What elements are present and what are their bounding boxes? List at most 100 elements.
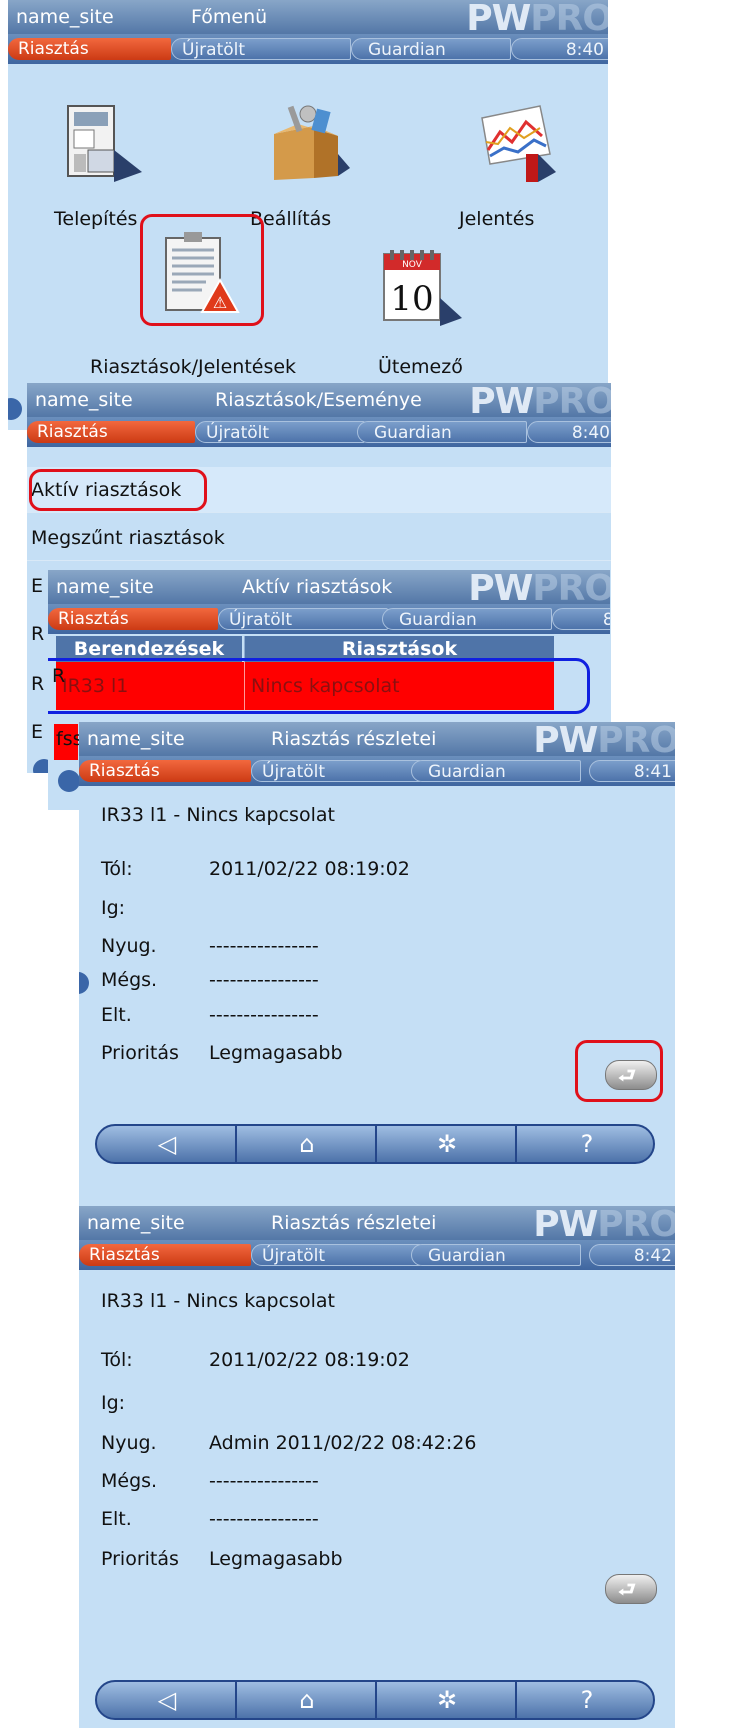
field-value: 2011/02/22 08:19:02 [209,858,410,880]
tab-guardian[interactable]: Guardian [382,608,552,630]
menu-label-scheduler[interactable]: Ütemező [378,356,463,378]
site-name: name_site [35,389,133,411]
tab-alarm[interactable]: Riasztás [79,760,251,782]
title-bar: name_site Riasztás részletei PWPRO [79,1206,675,1245]
nav-stub-icon [58,770,80,792]
clock: 8:40 [511,38,608,60]
alarm-heading: IR33 l1 - Nincs kapcsolat [101,1290,335,1312]
help-icon[interactable]: ? [517,1682,657,1718]
site-name: name_site [16,6,114,28]
tab-reload[interactable]: Újratölt [171,38,351,60]
tab-bar: Riasztás Újratölt Guardian 8:41 [48,604,610,634]
home-icon[interactable]: ⌂ [237,1682,377,1718]
svg-text:10: 10 [390,279,433,319]
report-chart-icon[interactable] [468,98,558,188]
list-item-stub: E [31,721,44,743]
page-title: Aktív riasztások [242,576,393,598]
field-value: Admin 2011/02/22 08:42:26 [209,1432,477,1454]
highlight-return-button [575,1040,663,1102]
install-icon[interactable] [58,100,148,190]
list-item-stub: R [31,673,45,695]
clock: 8:42 [589,1244,675,1266]
calendar-icon[interactable]: NOV 10 [376,248,466,338]
bottom-nav-bar: ◁ ⌂ ✲ ? [95,1680,655,1720]
home-icon[interactable]: ⌂ [237,1126,377,1162]
field-label: Tól: [101,858,133,880]
back-icon[interactable]: ◁ [97,1126,237,1162]
field-label: Nyug. [101,935,157,957]
tab-guardian[interactable]: Guardian [411,1244,581,1266]
field-label: Elt. [101,1004,132,1026]
list-item-stub: R [31,623,45,645]
tab-guardian[interactable]: Guardian [351,38,511,60]
highlight-alarm-row [48,658,590,714]
page-title: Főmenü [191,6,268,28]
field-value: Legmagasabb [209,1042,343,1064]
field-value: ---------------- [209,969,319,991]
list-item-ended-alarms[interactable]: Megszűnt riasztások [27,515,611,561]
settings-box-icon[interactable] [262,96,352,186]
tab-reload[interactable]: Újratölt [251,760,421,782]
field-value: ---------------- [209,935,319,957]
field-label: Nyug. [101,1432,157,1454]
clock: 8:41 [589,760,675,782]
menu-label-report[interactable]: Jelentés [459,208,534,230]
field-value: 2011/02/22 08:19:02 [209,1349,410,1371]
highlight-alarm-report [140,214,264,326]
menu-label-install[interactable]: Telepítés [54,208,137,230]
return-button[interactable]: ⮐ [605,1574,657,1604]
tab-alarm[interactable]: Riasztás [48,608,218,630]
field-label: Prioritás [101,1548,179,1570]
tab-guardian[interactable]: Guardian [357,421,527,443]
svg-text:NOV: NOV [402,260,423,270]
page-title: Riasztás részletei [271,1212,437,1234]
field-label: Elt. [101,1508,132,1530]
clock: 8:41 [552,608,610,630]
tab-bar: Riasztás Újratölt Guardian 8:40 [27,417,611,447]
tab-alarm[interactable]: Riasztás [27,421,195,443]
tools-icon[interactable]: ✲ [377,1682,517,1718]
site-name: name_site [56,576,154,598]
page-title: Riasztás részletei [271,728,437,750]
tab-bar: Riasztás Újratölt Guardian 8:42 [79,1240,675,1270]
site-name: name_site [87,1212,185,1234]
tab-reload[interactable]: Újratölt [195,421,365,443]
clock: 8:40 [527,421,611,443]
tab-bar: Riasztás Újratölt Guardian 8:40 [8,34,608,64]
tab-alarm[interactable]: Riasztás [79,1244,251,1266]
alarm-details-acknowledged-window: name_site Riasztás részletei PWPRO Riasz… [79,1206,675,1728]
return-icon: ⮐ [618,1577,636,1601]
field-label: Mégs. [101,969,158,991]
field-label: Ig: [101,1392,126,1414]
nav-stub-icon [79,972,89,994]
tab-bar: Riasztás Újratölt Guardian 8:41 [79,756,675,786]
list-item-stub: E [31,575,44,597]
page-title: Riasztások/Eseménye [215,389,422,411]
help-icon[interactable]: ? [517,1126,657,1162]
title-bar: name_site Riasztások/Eseménye PWPRO [27,383,611,422]
nav-stub-icon [8,398,22,420]
field-label: Tól: [101,1349,133,1371]
menu-label-alarm-report[interactable]: Riasztások/Jelentések [90,356,296,378]
field-value: ---------------- [209,1470,319,1492]
highlight-active-alarms [29,469,207,511]
tools-icon[interactable]: ✲ [377,1126,517,1162]
main-menu-window: name_site Főmenü PWPRO Riasztás Újratölt… [8,0,608,430]
alarm-details-window: name_site Riasztás részletei PWPRO Riasz… [79,722,675,1206]
site-name: name_site [87,728,185,750]
title-bar: name_site Főmenü PWPRO [8,0,608,39]
title-bar: name_site Riasztás részletei PWPRO [79,722,675,761]
field-label: Prioritás [101,1042,179,1064]
alarm-heading: IR33 l1 - Nincs kapcsolat [101,804,335,826]
field-label: Mégs. [101,1470,158,1492]
field-value: Legmagasabb [209,1548,343,1570]
tab-reload[interactable]: Újratölt [218,608,388,630]
tab-alarm[interactable]: Riasztás [8,38,171,60]
tab-guardian[interactable]: Guardian [411,760,581,782]
title-bar: name_site Aktív riasztások PWPRO [48,570,610,609]
field-value: ---------------- [209,1508,319,1530]
field-value: ---------------- [209,1004,319,1026]
back-icon[interactable]: ◁ [97,1682,237,1718]
tab-reload[interactable]: Újratölt [251,1244,421,1266]
field-label: Ig: [101,897,126,919]
